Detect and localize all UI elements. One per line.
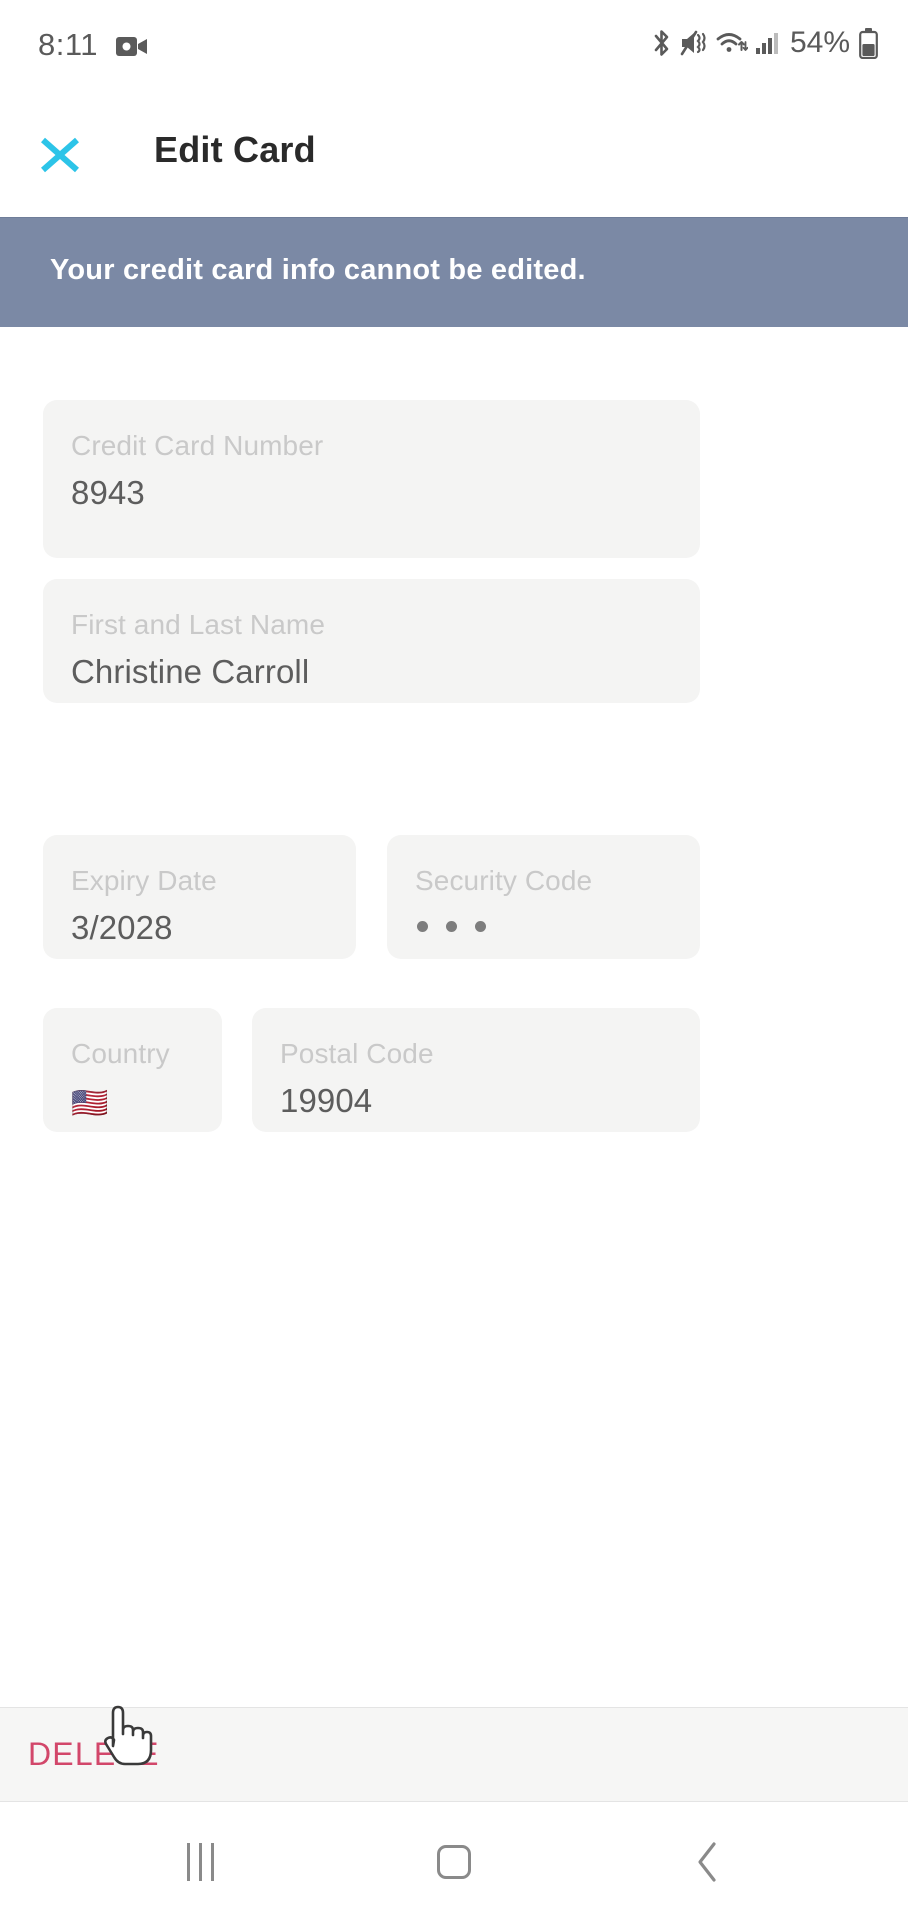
status-bar: 8:11 54% (0, 0, 908, 88)
battery-icon (859, 27, 878, 59)
back-icon[interactable] (658, 1803, 758, 1920)
android-nav-bar (0, 1803, 908, 1920)
readonly-warning-banner: Your credit card info cannot be edited. (0, 217, 908, 327)
bluetooth-icon (654, 30, 669, 56)
status-bar-clock: 8:11 (38, 27, 99, 62)
field-security-code[interactable]: Security Code (387, 835, 700, 959)
field-value: Christine Carroll (71, 653, 310, 690)
wifi-icon (716, 33, 748, 52)
field-value: 8943 (71, 474, 145, 511)
recents-icon[interactable] (150, 1803, 250, 1920)
home-icon[interactable] (404, 1803, 504, 1920)
field-postal-code[interactable]: Postal Code 19904 (252, 1008, 700, 1132)
delete-button[interactable]: DELETE (28, 1736, 160, 1773)
masked-value-dots (417, 921, 486, 932)
cellular-signal-icon (755, 33, 778, 54)
video-camera-icon (116, 37, 147, 56)
field-label: First and Last Name (71, 609, 325, 640)
field-label: Postal Code (280, 1038, 434, 1069)
field-credit-card-number[interactable]: Credit Card Number 8943 (43, 400, 700, 558)
banner-message: Your credit card info cannot be edited. (50, 254, 586, 286)
field-label: Security Code (415, 865, 593, 896)
status-bar-icons: 54% (650, 26, 878, 60)
page-title: Edit Card (154, 129, 316, 170)
field-label: Credit Card Number (71, 430, 324, 461)
app-bar: Edit Card (0, 88, 908, 217)
field-value: 3/2028 (71, 909, 173, 946)
field-expiry-date[interactable]: Expiry Date 3/2028 (43, 835, 356, 959)
field-country[interactable]: Country 🇺🇸 (43, 1008, 222, 1132)
country-flag-icon: 🇺🇸 (71, 1087, 109, 1120)
close-icon[interactable] (36, 128, 84, 176)
battery-percentage: 54% (789, 26, 850, 59)
field-value: 19904 (280, 1082, 373, 1119)
bottom-action-bar: DELETE (0, 1707, 908, 1802)
field-label: Expiry Date (71, 865, 217, 896)
field-label: Country (71, 1038, 170, 1069)
field-first-and-last-name[interactable]: First and Last Name Christine Carroll (43, 579, 700, 703)
mute-vibrate-icon (680, 30, 706, 56)
